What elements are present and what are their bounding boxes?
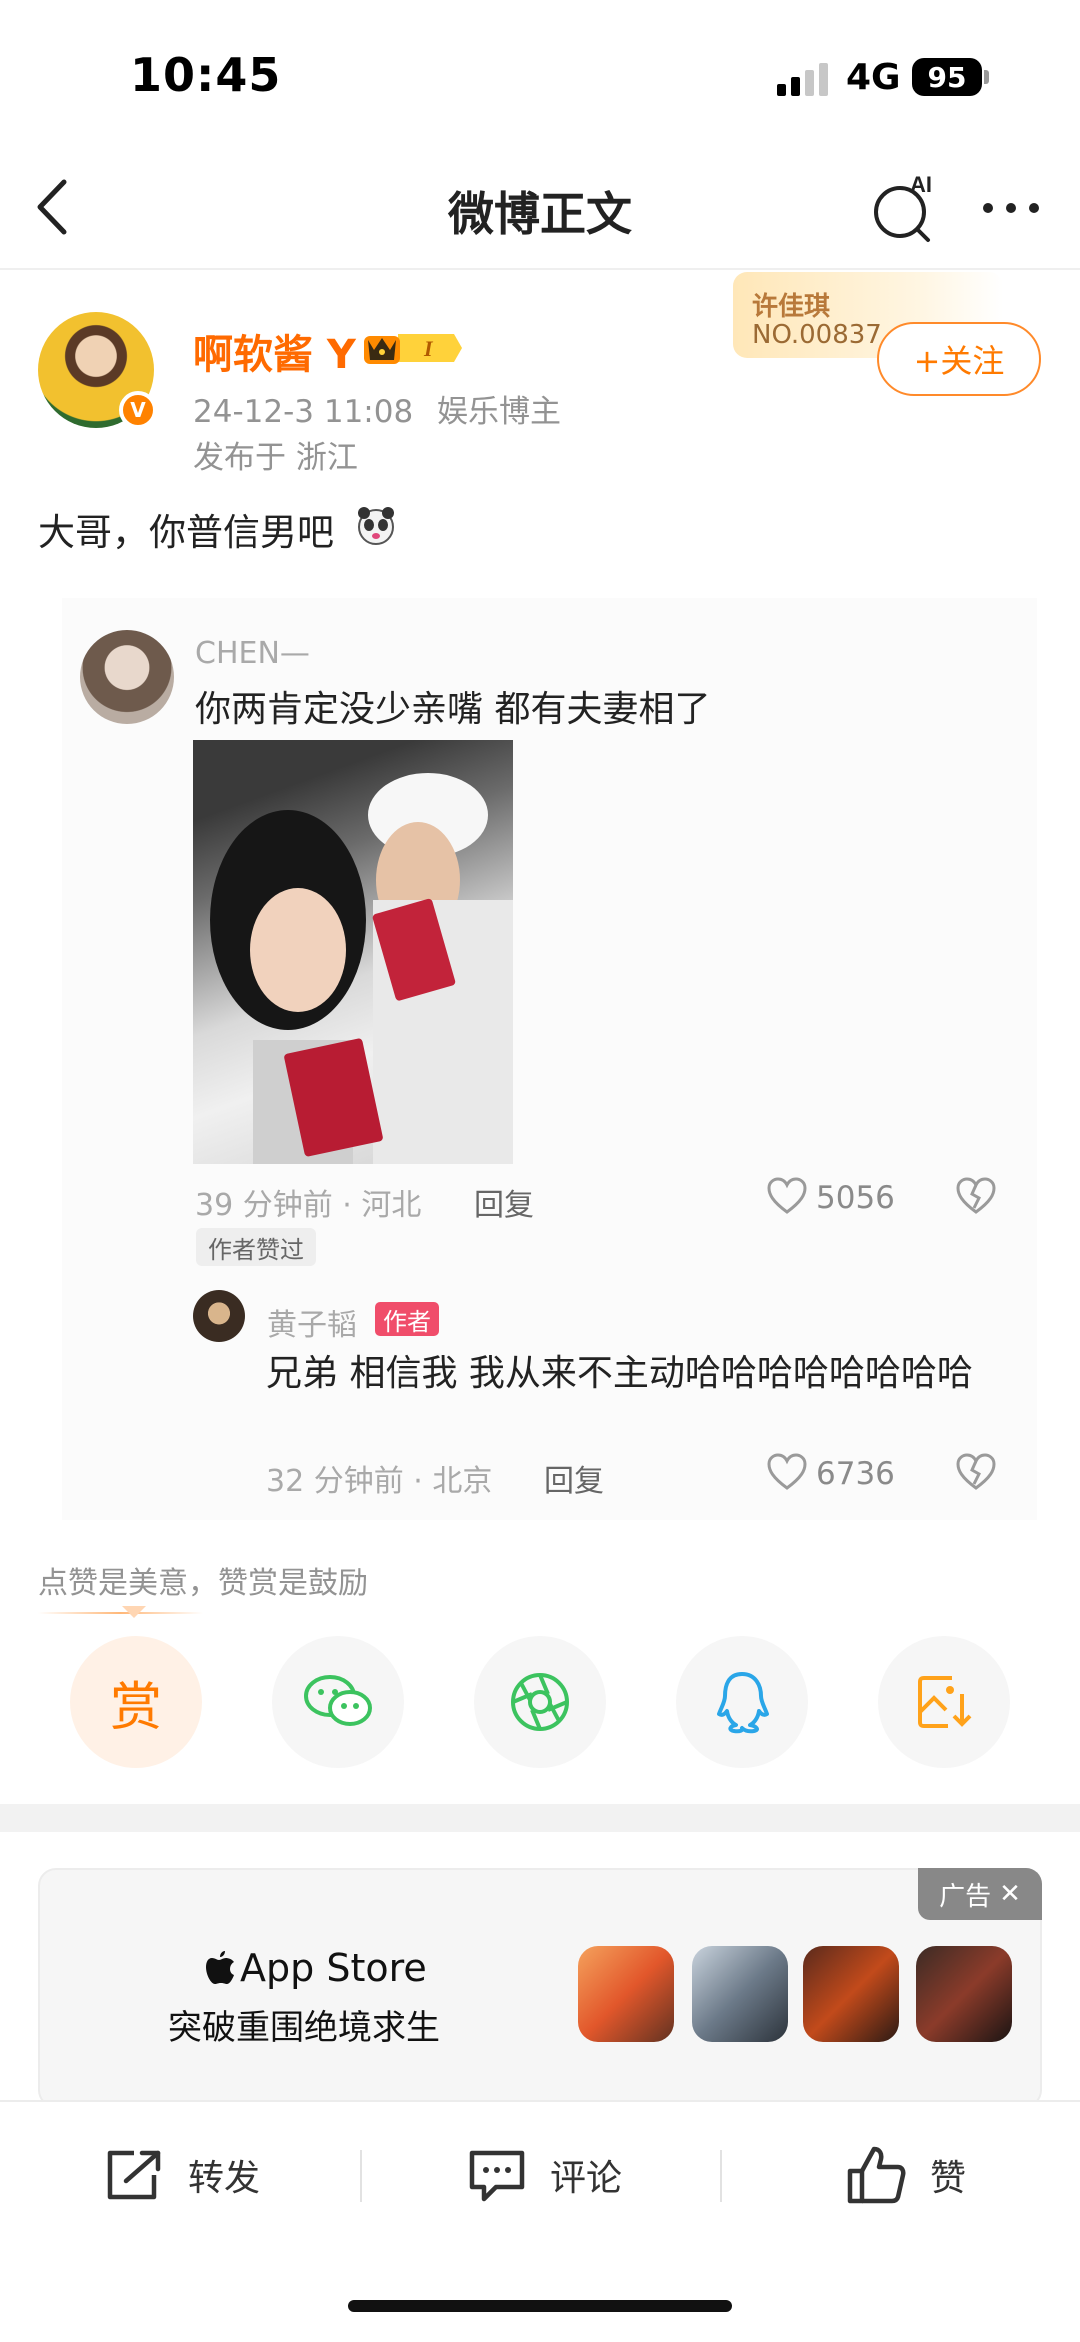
apple-logo-icon — [206, 1951, 234, 1984]
verified-icon: V — [119, 391, 157, 429]
author-badge: 作者 — [375, 1302, 439, 1336]
status-time: 10:45 — [130, 48, 282, 102]
signal-icon — [777, 63, 828, 96]
comment-avatar — [80, 630, 174, 724]
author-liked-tag: 作者赞过 — [196, 1228, 316, 1266]
comment-text: 你两肯定没少亲嘴 都有夫妻相了 — [195, 689, 711, 730]
repost-button[interactable]: 转发 — [104, 2140, 260, 2210]
share-wechat-button[interactable] — [272, 1636, 404, 1768]
ad-game-icon[interactable] — [803, 1946, 899, 2042]
reply-avatar — [193, 1290, 245, 1342]
like-label: 赞 — [930, 2158, 967, 2199]
comment-photo — [193, 740, 513, 1164]
comment-like-count: 5056 — [816, 1180, 895, 1216]
fan-card-name: 许佳琪 — [752, 292, 831, 322]
reply-meta: 32 分钟前 · 北京 — [266, 1464, 493, 1499]
comment-icon — [469, 2150, 525, 2202]
like-button[interactable]: 赞 — [846, 2140, 966, 2210]
share-moments-button[interactable] — [474, 1636, 606, 1768]
hint-caret — [122, 1606, 146, 1618]
save-image-icon — [918, 1676, 972, 1728]
post-time: 24-12-3 11:08 — [193, 394, 414, 430]
ad-game-icon[interactable] — [916, 1946, 1012, 2042]
level-badge-text: I — [423, 336, 434, 361]
fan-card-number: NO.00837 — [752, 320, 882, 350]
crown-badge-icon: I — [364, 334, 462, 364]
reply-reply-button: 回复 — [544, 1464, 604, 1499]
comment-button[interactable]: 评论 — [466, 2140, 622, 2210]
battery-indicator: 95 — [912, 58, 982, 96]
comment-meta: 39 分钟前 · 河北 — [195, 1188, 422, 1223]
reward-hint: 点赞是美意，赞赏是鼓励 — [38, 1566, 368, 1601]
ai-label: AI — [910, 172, 932, 197]
repost-icon — [107, 2150, 161, 2200]
reply-text: 兄弟 相信我 我从来不主动哈哈哈哈哈哈哈哈 — [266, 1353, 973, 1394]
post-text: 大哥，你普信男吧 — [38, 511, 334, 554]
ai-search-icon[interactable]: AI — [870, 172, 942, 244]
ad-close-tag[interactable]: 广告 ✕ — [918, 1868, 1042, 1920]
broken-heart-icon — [956, 1177, 996, 1214]
broken-heart-icon — [956, 1453, 996, 1490]
ad-slogan: 突破重围绝境求生 — [168, 2008, 440, 2048]
battery-tip — [984, 70, 989, 84]
heart-icon — [767, 1453, 807, 1490]
ad-game-icon[interactable] — [692, 1946, 788, 2042]
author-name[interactable]: 啊软酱 Y — [193, 322, 356, 380]
post-meta: 24-12-3 11:08 娱乐博主 — [193, 386, 561, 431]
author-category: 娱乐博主 — [437, 394, 562, 430]
more-icon[interactable] — [980, 200, 1042, 216]
repost-label: 转发 — [188, 2158, 261, 2199]
thumbs-up-icon — [847, 2146, 906, 2204]
share-qq-button[interactable] — [676, 1636, 808, 1768]
app-store-label: App Store — [240, 1946, 427, 1990]
moments-icon — [511, 1673, 569, 1731]
save-image-button[interactable] — [878, 1636, 1010, 1768]
hint-underline — [38, 1612, 203, 1614]
ad-tag-label: 广告 — [939, 1881, 992, 1912]
reward-button[interactable]: 赏 — [70, 1636, 202, 1768]
network-type: 4G — [846, 57, 901, 98]
section-divider — [0, 1804, 1080, 1832]
heart-icon — [767, 1177, 807, 1214]
follow-button[interactable]: +关注 — [877, 322, 1041, 396]
toolbar-separator — [360, 2150, 362, 2202]
comment-reply-button: 回复 — [474, 1188, 534, 1223]
panda-emoji-icon — [358, 507, 394, 545]
reply-username: 黄子韬 — [267, 1308, 357, 1343]
toolbar-divider — [0, 2100, 1080, 2102]
toolbar-separator — [720, 2150, 722, 2202]
nav-divider — [0, 268, 1080, 270]
qq-icon — [717, 1672, 769, 1734]
home-indicator[interactable] — [348, 2300, 732, 2312]
ad-game-icon[interactable] — [578, 1946, 674, 2042]
reply-like-count: 6736 — [816, 1456, 895, 1492]
post-location: 发布于 浙江 — [193, 440, 358, 476]
close-icon[interactable]: ✕ — [999, 1879, 1021, 1909]
reward-icon: 赏 — [109, 1677, 162, 1738]
comment-username: CHEN— — [195, 636, 310, 671]
comment-label: 评论 — [550, 2158, 623, 2199]
wechat-icon — [304, 1675, 372, 1726]
